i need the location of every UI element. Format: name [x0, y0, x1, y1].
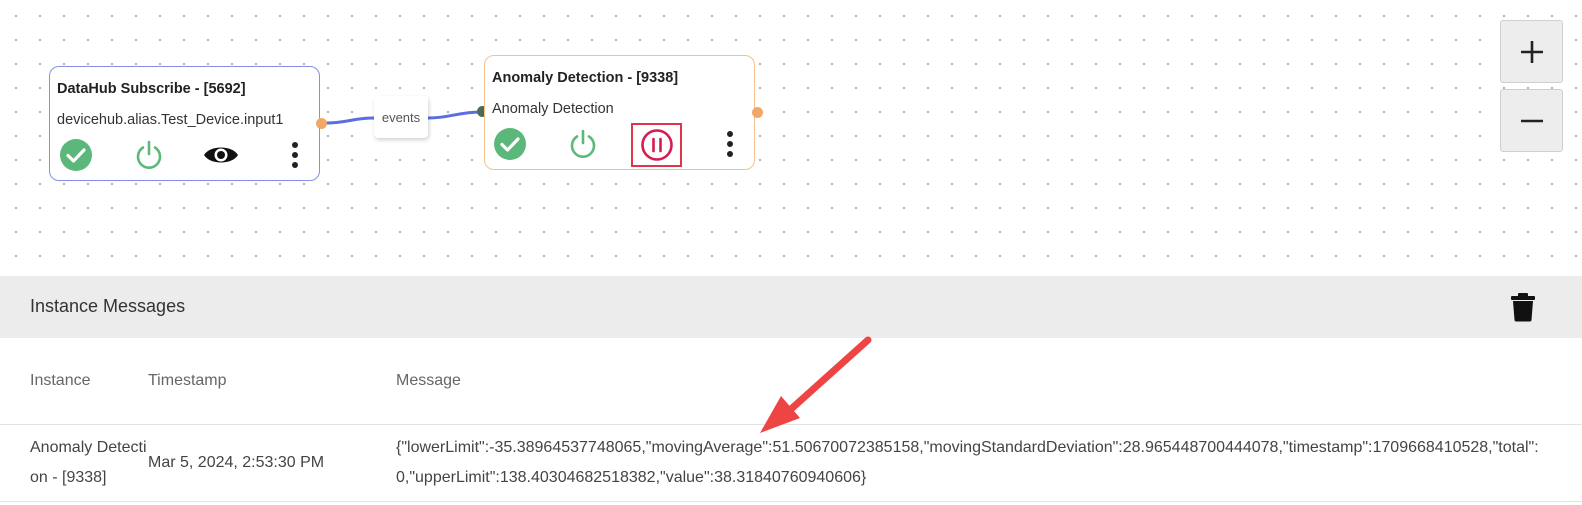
panel-title: Instance Messages — [30, 296, 186, 316]
node-title: DataHub Subscribe - [5692] — [57, 81, 246, 97]
node-subtitle: Anomaly Detection — [492, 101, 614, 117]
output-port[interactable] — [316, 118, 327, 129]
eye-icon[interactable] — [203, 137, 239, 173]
zoom-in-button[interactable] — [1500, 20, 1563, 83]
column-header-message: Message — [396, 372, 461, 389]
edge-label[interactable]: events — [374, 96, 428, 138]
node-anomaly-detection[interactable]: Anomaly Detection - [9338] Anomaly Detec… — [484, 55, 755, 170]
pause-circle-icon[interactable] — [631, 123, 682, 167]
node-title: Anomaly Detection - [9338] — [492, 70, 679, 86]
flow-canvas[interactable]: DataHub Subscribe - [5692] devicehub.ali… — [0, 0, 1582, 276]
row-instance: Anomaly Detection - [9338] — [30, 439, 147, 486]
column-header-timestamp: Timestamp — [148, 372, 227, 389]
row-message: {"lowerLimit":-35.38964537748065,"moving… — [396, 439, 1539, 486]
check-circle-icon[interactable] — [492, 126, 528, 162]
check-circle-icon[interactable] — [58, 137, 94, 173]
power-icon[interactable] — [131, 137, 167, 173]
plus-icon — [1520, 40, 1543, 63]
more-vertical-icon[interactable] — [712, 126, 748, 162]
edge-events-right — [427, 110, 482, 120]
row-timestamp: Mar 5, 2024, 2:53:30 PM — [148, 454, 325, 471]
zoom-out-button[interactable] — [1500, 89, 1563, 152]
more-vertical-icon[interactable] — [277, 137, 313, 173]
messages-panel-header: Instance Messages — [0, 276, 1582, 338]
node-datahub-subscribe[interactable]: DataHub Subscribe - [5692] devicehub.ali… — [49, 66, 320, 181]
edge-events-left — [325, 116, 375, 125]
row-divider — [0, 501, 1582, 502]
output-port[interactable] — [752, 107, 763, 118]
trash-icon[interactable] — [1510, 292, 1538, 322]
power-icon[interactable] — [565, 126, 601, 162]
column-header-instance: Instance — [30, 372, 91, 389]
minus-icon — [1520, 119, 1543, 122]
row-divider — [0, 424, 1582, 425]
node-subtitle: devicehub.alias.Test_Device.input1 — [57, 112, 284, 128]
